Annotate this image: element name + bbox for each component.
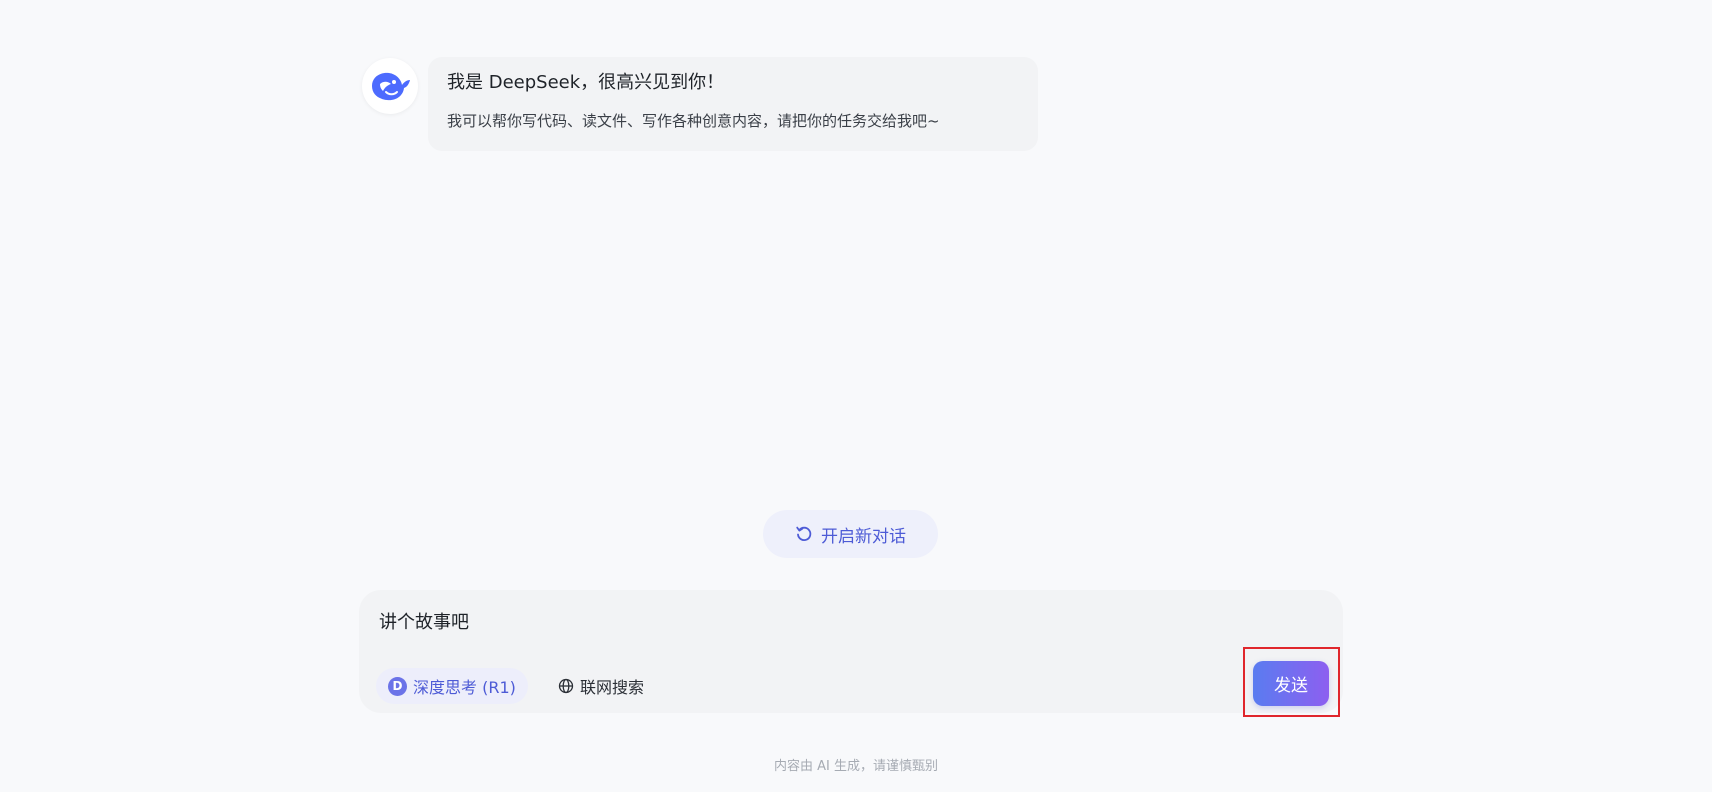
new-chat-label: 开启新对话 xyxy=(821,526,906,547)
welcome-subtitle: 我可以帮你写代码、读文件、写作各种创意内容，请把你的任务交给我吧~ xyxy=(447,112,940,130)
deep-think-label: 深度思考 (R1) xyxy=(413,678,516,697)
send-button[interactable]: 发送 xyxy=(1253,661,1329,706)
new-chat-button[interactable]: 开启新对话 xyxy=(763,510,938,558)
ai-disclaimer: 内容由 AI 生成，请谨慎甄别 xyxy=(774,759,938,774)
web-search-toggle[interactable]: 联网搜索 xyxy=(552,668,650,704)
whale-logo-icon xyxy=(372,72,410,101)
deep-think-badge: D xyxy=(388,676,407,696)
welcome-message: 我是 DeepSeek，很高兴见到你！ 我可以帮你写代码、读文件、写作各种创意内… xyxy=(428,57,1038,151)
chat-page: 我是 DeepSeek，很高兴见到你！ 我可以帮你写代码、读文件、写作各种创意内… xyxy=(0,0,1712,792)
deep-think-toggle[interactable]: D 深度思考 (R1) xyxy=(376,668,528,704)
refresh-icon xyxy=(796,526,812,541)
web-search-label: 联网搜索 xyxy=(580,678,645,697)
deepseek-avatar xyxy=(362,58,418,114)
message-input[interactable] xyxy=(379,606,1279,636)
globe-icon xyxy=(558,678,574,694)
welcome-greeting: 我是 DeepSeek，很高兴见到你！ xyxy=(447,72,725,93)
